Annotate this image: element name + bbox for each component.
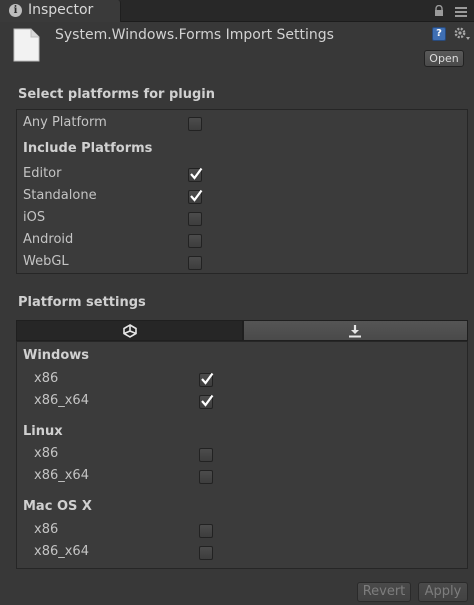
checkmark-icon: [201, 394, 214, 407]
macosx-x86_x64-label: x86_x64: [34, 544, 89, 559]
group-title-macosx: Mac OS X: [23, 499, 92, 514]
editor-checkbox[interactable]: [188, 167, 203, 182]
platform-label-standalone: Standalone: [23, 188, 97, 203]
info-icon: i: [9, 4, 22, 17]
platform-label-webgl: WebGL: [23, 254, 69, 269]
revert-button[interactable]: Revert: [357, 582, 411, 602]
page-title: System.Windows.Forms Import Settings: [55, 27, 334, 43]
checkmark-icon: [190, 167, 203, 180]
linux-x86_x64-label: x86_x64: [34, 468, 89, 483]
tab-inspector-label: Inspector: [28, 2, 94, 18]
windows-x86-checkbox[interactable]: [199, 372, 214, 387]
help-icon[interactable]: ?: [432, 27, 446, 41]
checkmark-icon: [201, 372, 214, 385]
platform-label-editor: Editor: [23, 166, 62, 181]
include-platforms-title: Include Platforms: [23, 141, 153, 156]
android-checkbox[interactable]: [188, 234, 202, 248]
context-menu-icon[interactable]: [454, 4, 468, 18]
lock-icon[interactable]: [433, 5, 445, 17]
tab-download-platform[interactable]: [243, 320, 468, 341]
open-button[interactable]: Open: [424, 50, 464, 67]
webgl-checkbox[interactable]: [188, 256, 202, 270]
any-platform-label: Any Platform: [23, 115, 107, 130]
macosx-x86-label: x86: [34, 522, 59, 537]
checkmark-icon: [190, 189, 203, 202]
tab-inspector[interactable]: i Inspector: [0, 0, 121, 22]
windows-x86_x64-label: x86_x64: [34, 393, 89, 408]
ios-checkbox[interactable]: [188, 212, 202, 226]
platform-label-android: Android: [23, 232, 74, 247]
windows-x86_x64-checkbox[interactable]: [199, 394, 214, 409]
group-title-windows: Windows: [23, 348, 90, 363]
select-platforms-box: Any Platform Include Platforms Editor St…: [16, 109, 468, 274]
unity-logo-icon: [123, 324, 137, 338]
platform-label-ios: iOS: [23, 210, 46, 225]
macosx-x86_x64-checkbox[interactable]: [199, 546, 213, 560]
macosx-x86-checkbox[interactable]: [199, 524, 213, 538]
linux-x86-label: x86: [34, 446, 59, 461]
standalone-checkbox[interactable]: [188, 189, 203, 204]
any-platform-checkbox[interactable]: [188, 117, 202, 131]
gear-icon[interactable]: [453, 26, 471, 42]
window-titlebar: i Inspector: [0, 0, 474, 22]
tab-standalone-platform[interactable]: [16, 320, 243, 341]
apply-button[interactable]: Apply: [418, 582, 468, 602]
inspector-header: System.Windows.Forms Import Settings ? O…: [0, 22, 474, 70]
windows-x86-label: x86: [34, 371, 59, 386]
group-title-linux: Linux: [23, 424, 63, 439]
linux-x86_x64-checkbox[interactable]: [199, 470, 213, 484]
platform-settings-box: Windows x86 x86_x64 Linux x86 x86_x64 Ma…: [16, 341, 468, 569]
download-icon: [349, 325, 361, 338]
platform-settings-title: Platform settings: [18, 295, 146, 310]
linux-x86-checkbox[interactable]: [199, 448, 213, 462]
select-platforms-title: Select platforms for plugin: [18, 87, 216, 102]
file-icon: [13, 28, 40, 62]
